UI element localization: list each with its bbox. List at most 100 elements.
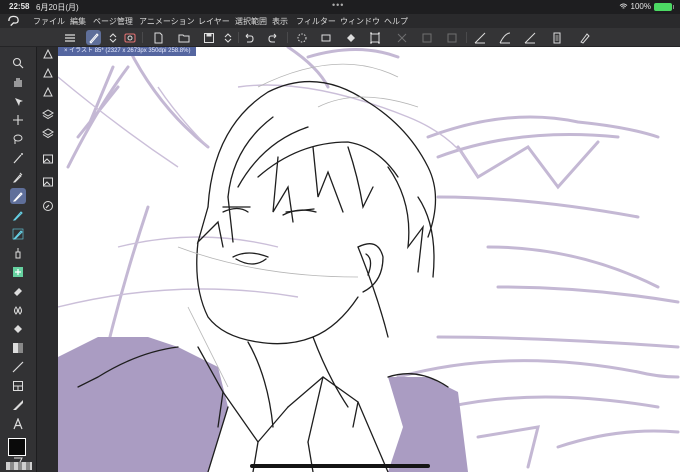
eraser-icon bbox=[14, 288, 22, 296]
tool-ruler[interactable] bbox=[10, 397, 26, 413]
tool-palette bbox=[0, 47, 36, 472]
open-button[interactable] bbox=[176, 30, 191, 45]
menu-file[interactable]: ファイル bbox=[33, 16, 65, 27]
ruler-curve-button[interactable] bbox=[497, 30, 512, 45]
hand-icon bbox=[14, 78, 22, 87]
clear-button[interactable] bbox=[318, 30, 333, 45]
fill-bucket-icon bbox=[346, 33, 355, 42]
tool-pen[interactable] bbox=[10, 188, 26, 204]
redo-button[interactable] bbox=[265, 30, 280, 45]
cloud-sync-icon bbox=[123, 32, 136, 43]
menu-layer[interactable]: レイヤー bbox=[198, 16, 230, 27]
ruler-curve-icon bbox=[499, 32, 510, 43]
layer-button[interactable] bbox=[41, 107, 55, 121]
tool-zoom[interactable] bbox=[10, 55, 26, 71]
layers-icon bbox=[42, 109, 54, 120]
transparent-color-swatch[interactable] bbox=[6, 462, 32, 470]
illustration-artwork[interactable] bbox=[58, 47, 680, 472]
menu-edit[interactable]: 編集 bbox=[70, 16, 86, 27]
compass-button[interactable] bbox=[41, 199, 55, 213]
tool-gradient[interactable] bbox=[10, 340, 26, 356]
home-indicator[interactable] bbox=[250, 464, 430, 468]
pen-nib-icon bbox=[43, 86, 53, 97]
tool-magic-wand[interactable] bbox=[10, 150, 26, 166]
cloud-button[interactable] bbox=[122, 30, 137, 45]
navigator-button[interactable] bbox=[41, 175, 55, 189]
select-all-button[interactable] bbox=[294, 30, 309, 45]
undo-icon bbox=[245, 33, 254, 43]
transform-icon bbox=[369, 32, 380, 43]
decoration-icon bbox=[13, 267, 23, 277]
tool-eraser[interactable] bbox=[10, 283, 26, 299]
transform-button[interactable] bbox=[367, 30, 382, 45]
pencil-icon bbox=[12, 211, 23, 221]
layers-icon bbox=[42, 128, 54, 139]
ruler-icon bbox=[474, 32, 485, 43]
menu-window[interactable]: ウィンドウ bbox=[340, 16, 380, 27]
material-button[interactable] bbox=[41, 152, 55, 166]
undo-button[interactable] bbox=[241, 30, 256, 45]
tool-pencil[interactable] bbox=[10, 207, 26, 223]
tool-blend[interactable] bbox=[10, 302, 26, 318]
brush-icon bbox=[12, 228, 24, 240]
menu-bar: ファイル 編集 ページ管理 アニメーション レイヤー 選択範囲 表示 フィルター… bbox=[0, 14, 680, 28]
grid-button[interactable] bbox=[419, 30, 434, 45]
tool-frame[interactable] bbox=[10, 378, 26, 394]
tool-lasso[interactable] bbox=[10, 131, 26, 147]
menu-page[interactable]: ページ管理 bbox=[93, 16, 133, 27]
tool-airbrush[interactable] bbox=[10, 245, 26, 261]
tool-brush[interactable] bbox=[10, 226, 26, 242]
line-icon bbox=[12, 361, 24, 373]
tool-move[interactable] bbox=[10, 112, 26, 128]
command-bar bbox=[0, 28, 680, 47]
tool-line[interactable] bbox=[10, 359, 26, 375]
menu-filter[interactable]: フィルター bbox=[296, 16, 336, 27]
page-icon bbox=[553, 32, 560, 43]
pen-nib-icon bbox=[43, 48, 53, 59]
grid-icon bbox=[422, 33, 431, 42]
crop-icon bbox=[397, 33, 406, 42]
subtool-button-1[interactable] bbox=[41, 47, 55, 61]
tool-fill[interactable] bbox=[10, 321, 26, 337]
menu-selection[interactable]: 選択範囲 bbox=[235, 16, 267, 27]
battery-icon bbox=[654, 2, 674, 11]
menu-help[interactable]: ヘルプ bbox=[384, 16, 408, 27]
save-icon bbox=[203, 32, 214, 43]
main-color-swatch[interactable] bbox=[8, 438, 26, 456]
new-file-icon bbox=[154, 32, 162, 43]
save-button[interactable] bbox=[201, 30, 216, 45]
ruler-button[interactable] bbox=[472, 30, 487, 45]
settings-pen-icon bbox=[579, 32, 590, 44]
menu-animation[interactable]: アニメーション bbox=[139, 16, 195, 27]
menu-view[interactable]: 表示 bbox=[272, 16, 288, 27]
tool-switch-button[interactable] bbox=[105, 30, 120, 45]
tool-rotate[interactable] bbox=[10, 93, 26, 109]
fill-button[interactable] bbox=[343, 30, 358, 45]
crop-button[interactable] bbox=[394, 30, 409, 45]
move-icon bbox=[13, 115, 23, 125]
multitask-dots[interactable]: ••• bbox=[332, 0, 344, 10]
tool-text[interactable] bbox=[10, 416, 26, 432]
layer-stack-button[interactable] bbox=[41, 126, 55, 140]
status-time: 22:58 bbox=[9, 2, 30, 11]
menu-button[interactable] bbox=[62, 30, 77, 45]
tool-eyedropper[interactable] bbox=[10, 169, 26, 185]
new-file-button[interactable] bbox=[150, 30, 165, 45]
tool-decoration[interactable] bbox=[10, 264, 26, 280]
open-folder-icon bbox=[178, 34, 189, 42]
canvas-tab[interactable]: × イラスト 85* (2327 x 2673px 350dpi 258.8%) bbox=[58, 47, 197, 56]
page-button[interactable] bbox=[549, 30, 564, 45]
square-button[interactable] bbox=[444, 30, 459, 45]
canvas[interactable]: × イラスト 85* (2327 x 2673px 350dpi 258.8%) bbox=[58, 47, 680, 472]
chevron-updown-icon bbox=[109, 32, 116, 43]
image-icon bbox=[43, 154, 53, 164]
subtool-button-2[interactable] bbox=[41, 66, 55, 80]
save-options-button[interactable] bbox=[220, 30, 235, 45]
settings-button[interactable] bbox=[577, 30, 592, 45]
app-logo-icon[interactable] bbox=[7, 15, 20, 27]
tool-hand[interactable] bbox=[10, 74, 26, 90]
ruler-snap-button[interactable] bbox=[522, 30, 537, 45]
tool-preset-button[interactable] bbox=[86, 30, 101, 45]
subtool-button-3[interactable] bbox=[41, 85, 55, 99]
text-icon bbox=[13, 418, 23, 430]
